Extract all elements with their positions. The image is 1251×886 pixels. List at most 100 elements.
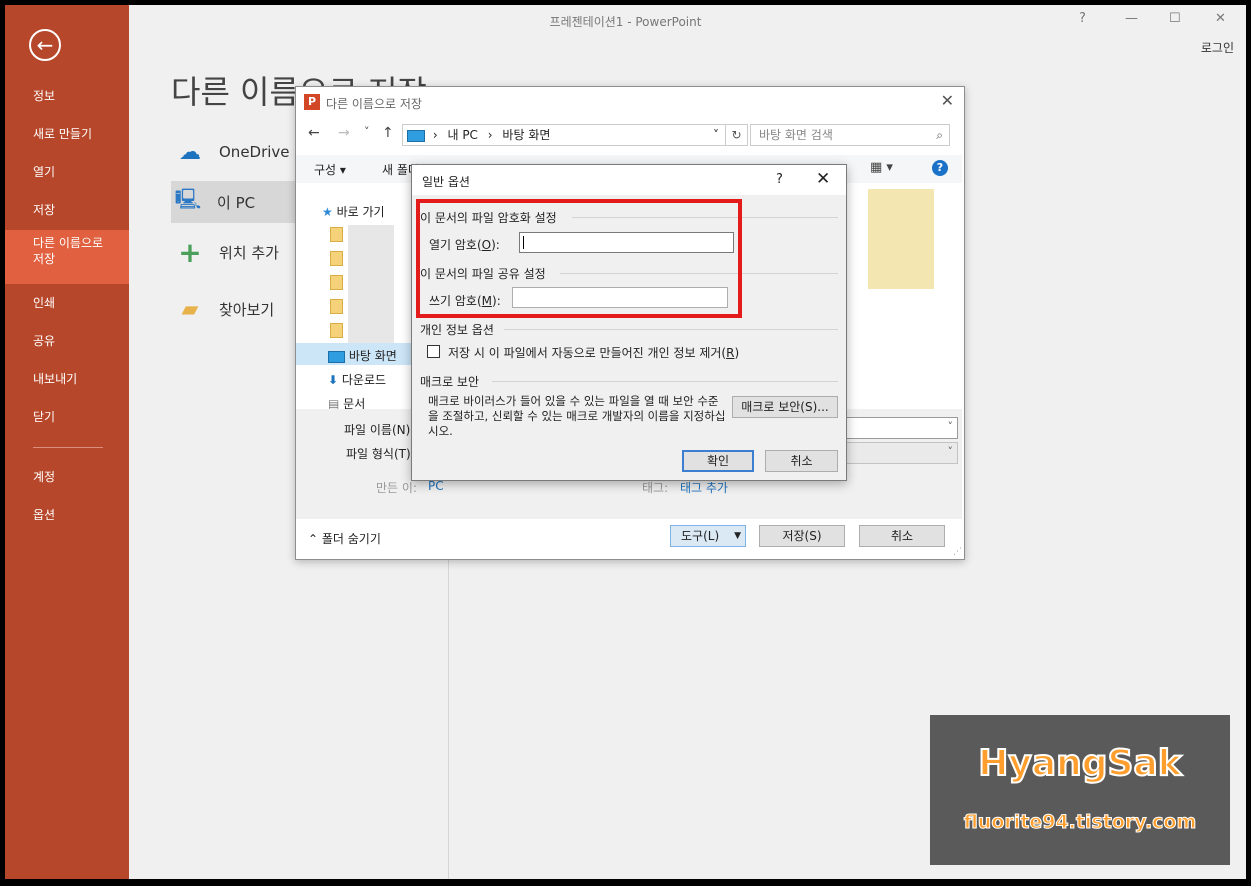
sidebar-item-share[interactable]: 공유 xyxy=(5,322,129,360)
tree-folder[interactable] xyxy=(330,275,343,290)
macro-security-button[interactable]: 매크로 보안(S)... xyxy=(732,396,838,418)
desktop-icon xyxy=(328,350,345,363)
location-browse[interactable]: ▰ 찾아보기 xyxy=(173,288,303,330)
section-divider xyxy=(492,381,838,382)
close-icon[interactable]: ✕ xyxy=(1215,11,1226,26)
tree-folder[interactable] xyxy=(330,227,343,242)
tree-label: 다운로드 xyxy=(341,373,387,387)
download-arrow-icon: ⬇ xyxy=(328,373,339,387)
folder-icon xyxy=(330,227,343,242)
folder-icon xyxy=(330,275,343,290)
organize-button[interactable]: 구성 ▾ xyxy=(314,161,346,178)
powerpoint-logo-icon: P xyxy=(304,94,320,110)
location-label: 찾아보기 xyxy=(219,300,275,319)
tree-documents[interactable]: ▤ 문서 xyxy=(328,395,365,409)
remove-personal-info-checkbox[interactable] xyxy=(427,345,440,358)
window-title: 프레젠테이션1 - PowerPoint xyxy=(549,15,702,29)
cancel-button[interactable]: 취소 xyxy=(859,525,945,547)
sidebar-item-close[interactable]: 닫기 xyxy=(5,398,129,436)
authors-label: 만든 이: xyxy=(376,481,417,495)
filetype-select[interactable]: ˅ xyxy=(844,442,958,464)
tools-button[interactable]: 도구(L) ▼ xyxy=(670,525,746,547)
button-label: 도구(L) xyxy=(681,529,720,543)
tree-folder[interactable] xyxy=(330,299,343,314)
location-label: OneDrive xyxy=(219,143,290,161)
tags-value[interactable]: 태그 추가 xyxy=(680,479,728,496)
save-button[interactable]: 저장(S) xyxy=(759,525,845,547)
help-icon[interactable]: ? xyxy=(932,160,948,176)
computer-icon: 🖳 xyxy=(174,187,202,211)
login-link[interactable]: 로그인 xyxy=(1201,39,1234,56)
filename-input[interactable]: ˅ xyxy=(844,417,958,439)
sidebar-divider xyxy=(33,447,103,448)
up-icon[interactable]: ↑ xyxy=(382,125,394,141)
tree-quick-access[interactable]: ★ 바로 가기 xyxy=(322,203,385,220)
back-icon[interactable]: ← xyxy=(308,125,320,141)
help-icon[interactable]: ? xyxy=(1079,11,1086,26)
dialog-title: 다른 이름으로 저장 xyxy=(326,97,422,111)
general-options-dialog: 일반 옵션 ? ✕ 이 문서의 파일 암호화 설정 열기 암호(O): 이 문서… xyxy=(411,164,847,481)
document-icon: ▤ xyxy=(328,397,340,409)
sidebar-item-info[interactable]: 정보 xyxy=(5,77,129,115)
chevron-down-icon[interactable]: ˅ xyxy=(948,420,954,433)
blurred-file-thumbnail xyxy=(868,189,934,289)
tree-label: 바로 가기 xyxy=(336,205,385,219)
folder-icon xyxy=(330,323,343,338)
tree-desktop[interactable]: 바탕 화면 xyxy=(328,347,397,364)
search-icon: ⌕ xyxy=(936,128,943,142)
star-icon: ★ xyxy=(322,205,333,219)
tree-label: 문서 xyxy=(343,397,366,409)
watermark-url: fluorite94.tistory.com xyxy=(963,811,1197,834)
close-icon[interactable]: ✕ xyxy=(816,169,830,189)
powerpoint-window: ← 정보 새로 만들기 열기 저장 다른 이름으로 저장 인쇄 공유 내보내기 … xyxy=(5,5,1246,879)
sidebar-item-new[interactable]: 새로 만들기 xyxy=(5,115,129,153)
dialog-titlebar: 일반 옵션 ? ✕ xyxy=(412,165,846,195)
sidebar-item-save-as[interactable]: 다른 이름으로 저장 xyxy=(5,230,129,284)
location-this-pc[interactable]: 🖳 이 PC xyxy=(171,181,301,223)
hide-folders-toggle[interactable]: ⌃ 폴더 숨기기 xyxy=(308,530,381,547)
red-highlight-box xyxy=(416,199,742,318)
breadcrumb-this-pc[interactable]: 내 PC xyxy=(447,128,477,142)
maximize-icon[interactable]: ☐ xyxy=(1169,11,1181,26)
sidebar-item-account[interactable]: 계정 xyxy=(5,458,129,496)
breadcrumb-desktop[interactable]: 바탕 화면 xyxy=(502,128,550,142)
sidebar-item-open[interactable]: 열기 xyxy=(5,153,129,191)
resize-grip-icon[interactable]: ⋰ xyxy=(953,547,962,557)
recent-locations-icon[interactable]: ˅ xyxy=(364,125,370,138)
location-add-place[interactable]: + 위치 추가 xyxy=(173,231,303,273)
minimize-icon[interactable]: — xyxy=(1125,11,1138,26)
tree-folder[interactable] xyxy=(330,323,343,338)
privacy-section-title: 개인 정보 옵션 xyxy=(420,323,494,337)
watermark-title: HyangSak xyxy=(977,742,1182,785)
location-onedrive[interactable]: ☁ OneDrive xyxy=(173,131,303,173)
back-arrow-icon[interactable]: ← xyxy=(29,29,61,61)
chevron-down-icon[interactable]: ˅ xyxy=(713,125,719,145)
backstage-sidebar: ← 정보 새로 만들기 열기 저장 다른 이름으로 저장 인쇄 공유 내보내기 … xyxy=(5,5,129,879)
tags-label: 태그: xyxy=(642,481,669,495)
chevron-down-icon[interactable]: ˅ xyxy=(948,445,954,458)
authors-value[interactable]: PC xyxy=(428,479,444,493)
watermark: HyangSak fluorite94.tistory.com xyxy=(930,715,1230,865)
search-placeholder: 바탕 화면 검색 xyxy=(759,128,833,142)
close-icon[interactable]: ✕ xyxy=(941,91,954,110)
refresh-icon[interactable]: ↻ xyxy=(726,124,748,146)
folder-icon xyxy=(330,251,343,266)
location-label: 이 PC xyxy=(217,193,256,212)
sidebar-item-export[interactable]: 내보내기 xyxy=(5,360,129,398)
forward-icon[interactable]: → xyxy=(338,125,350,141)
sidebar-item-print[interactable]: 인쇄 xyxy=(5,284,129,322)
view-options-button[interactable]: ▦ ▾ xyxy=(870,160,893,175)
search-input[interactable]: 바탕 화면 검색 ⌕ xyxy=(750,124,950,146)
ok-button[interactable]: 확인 xyxy=(682,450,754,472)
macro-section-title: 매크로 보안 xyxy=(420,375,480,389)
sidebar-item-options[interactable]: 옵션 xyxy=(5,496,129,534)
tree-label: 바탕 화면 xyxy=(348,349,397,363)
remove-personal-info-label[interactable]: 저장 시 이 파일에서 자동으로 만들어진 개인 정보 제거(R) xyxy=(448,344,739,361)
cancel-button[interactable]: 취소 xyxy=(765,450,838,472)
tree-downloads[interactable]: ⬇ 다운로드 xyxy=(328,371,386,388)
help-icon[interactable]: ? xyxy=(776,172,783,187)
breadcrumb-separator: › xyxy=(487,128,493,142)
address-bar[interactable]: › 내 PC › 바탕 화면 ˅ xyxy=(402,124,726,146)
tree-folder[interactable] xyxy=(330,251,343,266)
sidebar-item-save[interactable]: 저장 xyxy=(5,191,129,229)
